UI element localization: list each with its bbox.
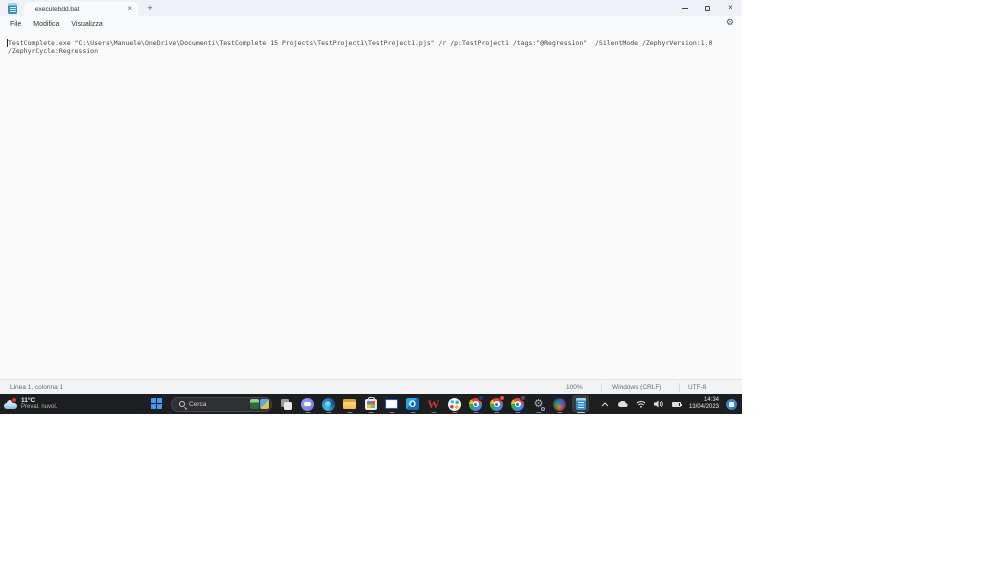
minimize-icon bbox=[681, 7, 688, 9]
edge-icon bbox=[322, 397, 335, 411]
chrome-profile-2-button[interactable] bbox=[486, 394, 507, 414]
chrome-profile-badge bbox=[478, 395, 484, 401]
gear-search-tool-button[interactable]: ⚙ bbox=[528, 394, 549, 414]
search-placeholder: Cerca bbox=[189, 400, 207, 408]
teams-chat-button[interactable] bbox=[297, 394, 318, 414]
file-explorer-button[interactable] bbox=[339, 394, 360, 414]
cursor-position-status: Linea 1, colonna 1 bbox=[10, 384, 64, 391]
notepad-titlebar: executebdd.bat × + × bbox=[0, 0, 742, 16]
battery-icon[interactable] bbox=[671, 401, 682, 407]
weather-cloud-icon bbox=[4, 396, 17, 409]
gear-search-icon: ⚙ bbox=[533, 397, 546, 411]
weather-widget[interactable]: 11°C Preval. nuvol. bbox=[4, 395, 57, 413]
tray-date: 13/04/2023 bbox=[688, 404, 719, 410]
tab-executebdd[interactable]: executebdd.bat × bbox=[24, 2, 138, 16]
chrome-profile-3-button[interactable] bbox=[507, 394, 528, 414]
notepad-statusbar: Linea 1, colonna 1 100% Windows (CRLF) U… bbox=[0, 379, 742, 394]
weather-alert-badge bbox=[11, 396, 17, 403]
search-icon bbox=[179, 401, 185, 407]
search-highlight-thumb-1[interactable] bbox=[250, 399, 259, 409]
new-tab-button[interactable]: + bbox=[144, 3, 156, 15]
testcomplete-icon bbox=[553, 397, 566, 411]
task-view-button[interactable] bbox=[276, 394, 297, 414]
tab-close-icon[interactable]: × bbox=[127, 5, 132, 13]
menu-edit[interactable]: Modifica bbox=[27, 21, 65, 28]
status-divider bbox=[601, 383, 602, 392]
w-app-button[interactable]: W bbox=[423, 394, 444, 414]
microsoft-store-icon bbox=[364, 396, 377, 410]
windows-taskbar: 11°C Preval. nuvol. Cerca O W ⚙ 14:34 13… bbox=[0, 394, 742, 414]
windows-logo-icon bbox=[151, 398, 156, 403]
close-button[interactable]: × bbox=[719, 0, 742, 16]
zoom-level-status[interactable]: 100% bbox=[566, 384, 583, 391]
desktop-screenshot: executebdd.bat × + × File Modifica Visua… bbox=[0, 0, 742, 414]
mail-icon bbox=[385, 399, 398, 409]
onedrive-cloud-icon[interactable] bbox=[617, 400, 628, 408]
notepad-icon bbox=[575, 398, 586, 410]
tab-title: executebdd.bat bbox=[35, 5, 80, 13]
notepad-menubar: File Modifica Visualizza ⚙ bbox=[0, 16, 742, 32]
settings-gear-icon[interactable]: ⚙ bbox=[726, 17, 734, 28]
teams-chat-icon bbox=[301, 397, 314, 411]
status-divider bbox=[679, 383, 680, 392]
tray-time: 14:34 bbox=[703, 397, 719, 403]
close-icon: × bbox=[728, 3, 733, 12]
microsoft-store-button[interactable] bbox=[360, 394, 381, 414]
system-tray: 14:34 13/04/2023 bbox=[597, 394, 742, 414]
notepad-app-icon bbox=[8, 3, 17, 14]
maximize-icon bbox=[705, 5, 710, 11]
notepad-taskbar-button[interactable] bbox=[570, 394, 591, 414]
editor-line-1: TestComplete.exe "C:\Users\Manuele\OneDr… bbox=[8, 39, 713, 47]
editor-area[interactable]: TestComplete.exe "C:\Users\Manuele\OneDr… bbox=[0, 32, 742, 379]
mail-button[interactable] bbox=[381, 394, 402, 414]
menu-file[interactable]: File bbox=[4, 21, 27, 28]
outlook-icon: O bbox=[406, 398, 419, 410]
file-explorer-icon bbox=[343, 399, 356, 409]
search-highlight-thumb-2[interactable] bbox=[260, 399, 269, 409]
w-app-icon: W bbox=[427, 396, 440, 411]
task-view-icon bbox=[281, 398, 292, 410]
weather-temperature: 11°C bbox=[21, 397, 36, 404]
tray-chevron-up-icon[interactable] bbox=[601, 401, 609, 407]
text-caret bbox=[7, 39, 8, 47]
chrome-profile-badge bbox=[520, 395, 526, 401]
edge-button[interactable] bbox=[318, 394, 339, 414]
encoding-status[interactable]: UTF-8 bbox=[688, 384, 706, 391]
weather-condition: Preval. nuvol. bbox=[21, 404, 58, 410]
slack-icon bbox=[448, 397, 461, 411]
outlook-button[interactable]: O bbox=[402, 394, 423, 414]
wifi-icon[interactable] bbox=[636, 400, 646, 408]
volume-icon[interactable] bbox=[653, 400, 664, 408]
minimize-button[interactable] bbox=[673, 0, 696, 16]
notification-center-icon[interactable] bbox=[726, 398, 737, 410]
line-ending-status[interactable]: Windows (CRLF) bbox=[612, 384, 661, 391]
testcomplete-button[interactable] bbox=[549, 394, 570, 414]
taskbar-app-icons: O W ⚙ bbox=[276, 394, 591, 414]
start-button[interactable] bbox=[151, 398, 163, 410]
chrome-profile-badge bbox=[499, 395, 505, 401]
window-controls: × bbox=[673, 0, 742, 16]
clock-widget[interactable]: 14:34 13/04/2023 bbox=[689, 397, 719, 411]
slack-button[interactable] bbox=[444, 394, 465, 414]
menu-view[interactable]: Visualizza bbox=[65, 21, 108, 28]
search-box[interactable]: Cerca bbox=[171, 396, 272, 412]
maximize-button[interactable] bbox=[696, 0, 719, 16]
chrome-profile-1-button[interactable] bbox=[465, 394, 486, 414]
editor-line-2: /ZephyrCycle:Regression bbox=[8, 46, 99, 55]
